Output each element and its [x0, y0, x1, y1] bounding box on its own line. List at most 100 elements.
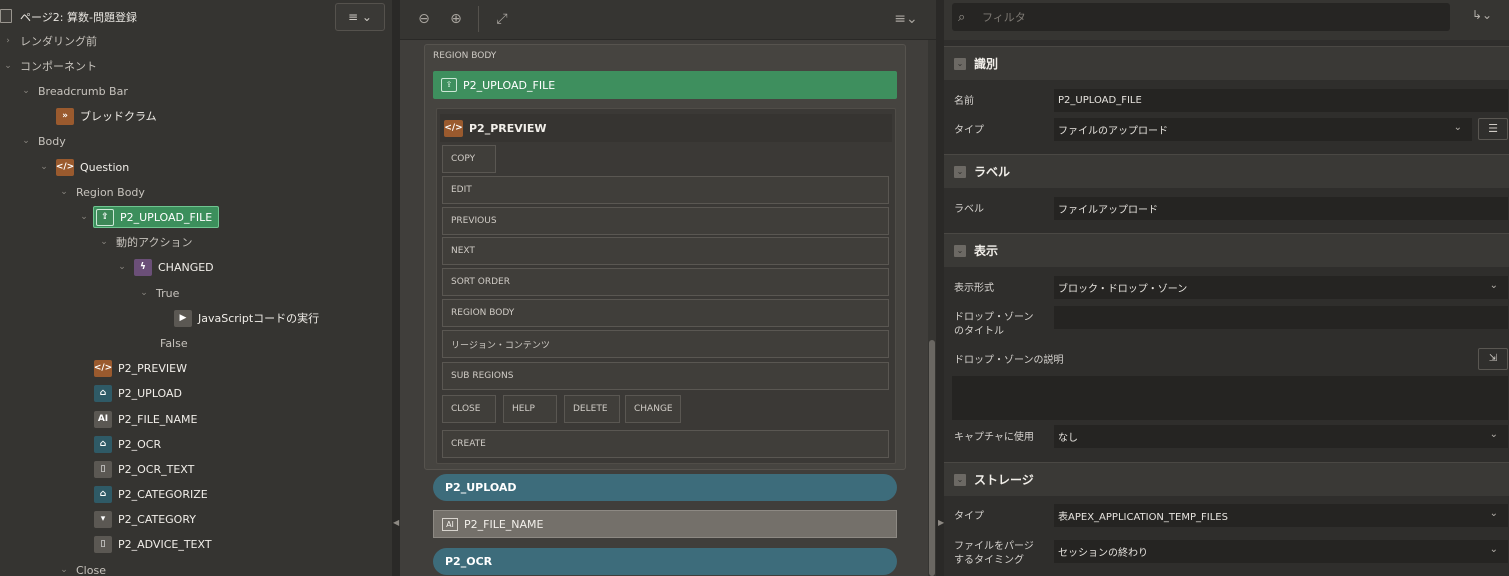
- tree-node-breadcrumb[interactable]: » ブレッドクラム: [56, 106, 157, 126]
- collapse-icon[interactable]: ⌄: [954, 473, 966, 486]
- slot-sub-regions[interactable]: SUB REGIONS: [442, 362, 889, 390]
- layout-item-upload-button[interactable]: P2_UPLOAD: [433, 474, 897, 501]
- slot-region-contents[interactable]: リージョン・コンテンツ: [442, 330, 889, 358]
- collapse-icon[interactable]: ⌄: [58, 565, 70, 575]
- layout-item-upload-file[interactable]: ⇪ P2_UPLOAD_FILE: [433, 71, 897, 99]
- group-label[interactable]: ⌄ ラベル: [944, 154, 1509, 188]
- collapse-icon[interactable]: ⌄: [954, 165, 966, 178]
- group-identification[interactable]: ⌄ 識別: [944, 46, 1509, 80]
- tree-node-label: P2_CATEGORIZE: [118, 487, 208, 501]
- purge-select[interactable]: セッションの終わり ⌄: [1054, 540, 1508, 563]
- collapse-icon[interactable]: ⌄: [58, 187, 70, 197]
- group-title: ラベル: [974, 165, 1011, 179]
- tree-node-components[interactable]: ⌄ コンポーネント: [2, 56, 97, 76]
- tree-node-false[interactable]: False: [160, 333, 188, 353]
- right-splitter[interactable]: ▶: [936, 0, 944, 576]
- slot-create[interactable]: CREATE: [442, 430, 889, 458]
- open-editor-icon[interactable]: ⇲: [1478, 348, 1508, 370]
- tree-node-p2-categorize[interactable]: ⌂ P2_CATEGORIZE: [94, 484, 208, 504]
- scrollbar-thumb[interactable]: [929, 340, 935, 576]
- select-list-icon: ▾: [94, 510, 112, 528]
- tree-node-dynamic-actions[interactable]: ⌄ 動的アクション: [98, 232, 192, 252]
- tree-node-question[interactable]: ⌄ </> Question: [38, 157, 129, 177]
- label-label: ラベル: [954, 204, 984, 215]
- label-field[interactable]: ファイルアップロード: [1054, 197, 1508, 220]
- code-region-icon: </>: [56, 158, 74, 176]
- slot-copy[interactable]: COPY: [442, 145, 496, 173]
- type-select[interactable]: ファイルのアップロード ⌄: [1054, 118, 1472, 141]
- preview-region-header[interactable]: </> P2_PREVIEW: [440, 114, 892, 142]
- expand-icon[interactable]: ⤢: [488, 6, 516, 32]
- collapse-icon[interactable]: ⌄: [98, 237, 110, 247]
- collapse-icon[interactable]: ⌄: [954, 244, 966, 257]
- tree-node-p2-preview[interactable]: </> P2_PREVIEW: [94, 358, 187, 378]
- group-storage[interactable]: ⌄ ストレージ: [944, 462, 1509, 496]
- collapse-icon[interactable]: ⌄: [954, 57, 966, 70]
- display-as-select[interactable]: ブロック・ドロップ・ゾーン ⌄: [1054, 276, 1508, 299]
- collapse-icon[interactable]: ⌄: [20, 136, 32, 146]
- name-field[interactable]: P2_UPLOAD_FILE: [1054, 89, 1508, 112]
- slot-region-body[interactable]: REGION BODY: [442, 299, 889, 327]
- layout-scrollbar[interactable]: [928, 40, 936, 576]
- tree-node-close[interactable]: ⌄ Close: [58, 560, 106, 576]
- tree-node-label: P2_OCR: [118, 437, 162, 451]
- collapse-icon[interactable]: ⌄: [20, 86, 32, 96]
- zoom-in-icon[interactable]: ⊕: [442, 6, 470, 32]
- group-display[interactable]: ⌄ 表示: [944, 233, 1509, 267]
- layout-menu-icon[interactable]: ≡⌄: [890, 6, 922, 32]
- go-to-group-icon[interactable]: ↳⌄: [1472, 8, 1492, 22]
- list-of-values-button[interactable]: ☰: [1478, 118, 1508, 140]
- collapse-left-icon[interactable]: ◀: [393, 518, 399, 527]
- capture-select[interactable]: なし ⌄: [1054, 425, 1508, 448]
- filter-input[interactable]: ⌕ フィルタ: [952, 3, 1450, 31]
- tree-node-p2-ocr[interactable]: ⌂ P2_OCR: [94, 434, 161, 454]
- slot-next[interactable]: NEXT: [442, 237, 889, 265]
- tree-node-p2-upload[interactable]: ⌂ P2_UPLOAD: [94, 383, 182, 403]
- tree-node-execute-javascript[interactable]: ▶ JavaScriptコードの実行: [174, 308, 319, 328]
- storage-type-select[interactable]: 表APEX_APPLICATION_TEMP_FILES ⌄: [1054, 504, 1508, 527]
- chevron-down-icon: ⌄: [1489, 429, 1498, 440]
- slot-edit[interactable]: EDIT: [442, 176, 889, 204]
- tree-node-changed[interactable]: ⌄ ϟ CHANGED: [116, 257, 214, 277]
- breadcrumb-icon: »: [56, 107, 74, 125]
- tree-node-p2-category[interactable]: ▾ P2_CATEGORY: [94, 509, 196, 529]
- text-field-icon: AI: [442, 517, 458, 531]
- left-splitter[interactable]: ◀: [392, 0, 400, 576]
- tree-menu-button[interactable]: ≡ ⌄: [335, 3, 385, 31]
- tree-node-p2-file-name[interactable]: AI P2_FILE_NAME: [94, 409, 197, 429]
- layout-item-file-name[interactable]: AI P2_FILE_NAME: [433, 510, 897, 538]
- tree-node-breadcrumb-bar[interactable]: ⌄ Breadcrumb Bar: [20, 81, 128, 101]
- lightning-icon: ϟ: [134, 258, 152, 276]
- collapse-icon[interactable]: ⌄: [116, 262, 128, 272]
- expand-icon[interactable]: ›: [2, 36, 14, 46]
- tree-node-body[interactable]: ⌄ Body: [20, 131, 66, 151]
- dropzone-description-field[interactable]: [952, 376, 1508, 420]
- tree-node-label: False: [160, 336, 188, 350]
- slot-change[interactable]: CHANGE: [625, 395, 681, 423]
- slot-delete[interactable]: DELETE: [564, 395, 620, 423]
- layout-item-ocr-button[interactable]: P2_OCR: [433, 548, 897, 575]
- code-region-icon: </>: [94, 359, 112, 377]
- tree-node-p2-ocr-text[interactable]: ▯ P2_OCR_TEXT: [94, 459, 194, 479]
- storage-type-label: タイプ: [954, 511, 984, 522]
- tree-node-true[interactable]: ⌄ True: [138, 283, 179, 303]
- zoom-out-icon[interactable]: ⊖: [410, 6, 438, 32]
- tree-node-p2-advice-text[interactable]: ▯ P2_ADVICE_TEXT: [94, 534, 212, 554]
- tree-node-label: P2_FILE_NAME: [118, 412, 198, 426]
- collapse-icon[interactable]: ⌄: [38, 162, 50, 172]
- collapse-icon[interactable]: ⌄: [2, 61, 14, 71]
- storage-type-value: 表APEX_APPLICATION_TEMP_FILES: [1058, 512, 1228, 523]
- collapse-icon[interactable]: ⌄: [138, 288, 150, 298]
- slot-close[interactable]: CLOSE: [442, 395, 496, 423]
- tree-node-region-body[interactable]: ⌄ Region Body: [58, 182, 145, 202]
- text-field-icon: AI: [94, 410, 112, 428]
- tree-node-upload-file[interactable]: ⇪ P2_UPLOAD_FILE: [93, 206, 220, 228]
- dropzone-title-field[interactable]: [1054, 306, 1508, 329]
- property-toolbar: ⌕ フィルタ ↳⌄: [944, 0, 1509, 40]
- tree-node-label: Body: [38, 134, 66, 148]
- slot-previous[interactable]: PREVIOUS: [442, 207, 889, 235]
- collapse-icon[interactable]: ⌄: [78, 212, 90, 222]
- slot-sort-order[interactable]: SORT ORDER: [442, 268, 889, 296]
- tree-node-pre-rendering[interactable]: › レンダリング前: [2, 31, 97, 51]
- slot-help[interactable]: HELP: [503, 395, 557, 423]
